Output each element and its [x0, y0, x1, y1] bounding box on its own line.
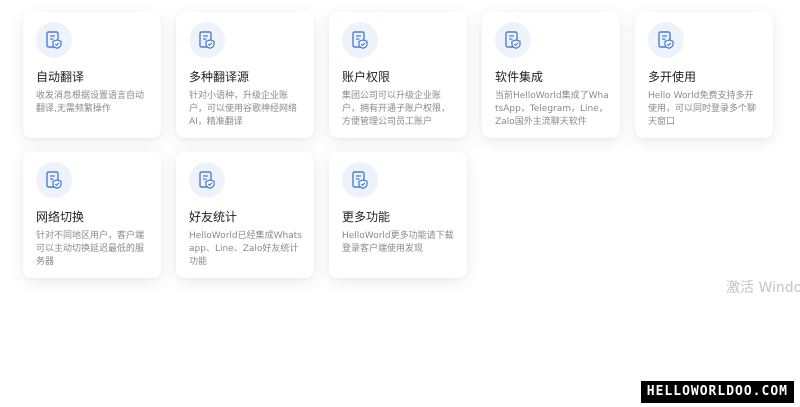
feature-title: 网络切换: [36, 210, 85, 224]
feature-title: 自动翻译: [36, 70, 85, 84]
feature-title: 软件集成: [495, 70, 544, 84]
document-shield-icon: [495, 22, 531, 58]
feature-description: 集团公司可以升级企业账户，拥有开通子账户权限，方便管理公司员工账户: [342, 91, 451, 127]
feature-description: 针对小语种，升级企业账户，可以使用谷歌神经网络AI，精准翻译: [189, 91, 298, 127]
document-shield-icon: [36, 162, 72, 198]
feature-card-network-switch[interactable]: 网络切换 针对不同地区用户，客户端可以主动切换延迟最低的服务器: [23, 152, 161, 278]
feature-description: 收发消息根据设置语言自动翻译,无需频繁操作: [36, 91, 145, 114]
feature-card-auto-translate[interactable]: 自动翻译 收发消息根据设置语言自动翻译,无需频繁操作: [23, 12, 161, 138]
feature-title: 多种翻译源: [189, 70, 250, 84]
brand-watermark: HELLOWORLDOO.COM: [640, 381, 794, 403]
document-shield-icon: [342, 22, 378, 58]
feature-card-multi-open[interactable]: 多开使用 Hello World免费支持多开使用，可以同时登录多个聊天窗口: [635, 12, 773, 138]
feature-description: HelloWorld已经集成Whatsapp、Line、Zalo好友统计功能: [189, 231, 302, 267]
feature-title: 更多功能: [342, 210, 391, 224]
feature-grid: 自动翻译 收发消息根据设置语言自动翻译,无需频繁操作 多种翻译源 针对小语种，升…: [0, 0, 800, 300]
document-shield-icon: [189, 22, 225, 58]
feature-title: 账户权限: [342, 70, 391, 84]
feature-card-multi-source[interactable]: 多种翻译源 针对小语种，升级企业账户，可以使用谷歌神经网络AI，精准翻译: [176, 12, 314, 138]
document-shield-icon: [36, 22, 72, 58]
document-shield-icon: [648, 22, 684, 58]
document-shield-icon: [189, 162, 225, 198]
feature-description: HelloWorld更多功能请下载登录客户端使用发现: [342, 231, 454, 254]
document-shield-icon: [342, 162, 378, 198]
feature-description: 当前HelloWorld集成了WhatsApp，Telegram，Line，Za…: [495, 91, 609, 127]
feature-description: Hello World免费支持多开使用，可以同时登录多个聊天窗口: [648, 91, 757, 127]
feature-card-software-integration[interactable]: 软件集成 当前HelloWorld集成了WhatsApp，Telegram，Li…: [482, 12, 620, 138]
feature-card-friend-stats[interactable]: 好友统计 HelloWorld已经集成Whatsapp、Line、Zalo好友统…: [176, 152, 314, 278]
windows-activation-watermark: 激活 Window: [726, 280, 800, 296]
feature-title: 好友统计: [189, 210, 238, 224]
feature-card-more-features[interactable]: 更多功能 HelloWorld更多功能请下载登录客户端使用发现: [329, 152, 467, 278]
feature-card-account-permissions[interactable]: 账户权限 集团公司可以升级企业账户，拥有开通子账户权限，方便管理公司员工账户: [329, 12, 467, 138]
feature-description: 针对不同地区用户，客户端可以主动切换延迟最低的服务器: [36, 231, 145, 267]
feature-title: 多开使用: [648, 70, 697, 84]
